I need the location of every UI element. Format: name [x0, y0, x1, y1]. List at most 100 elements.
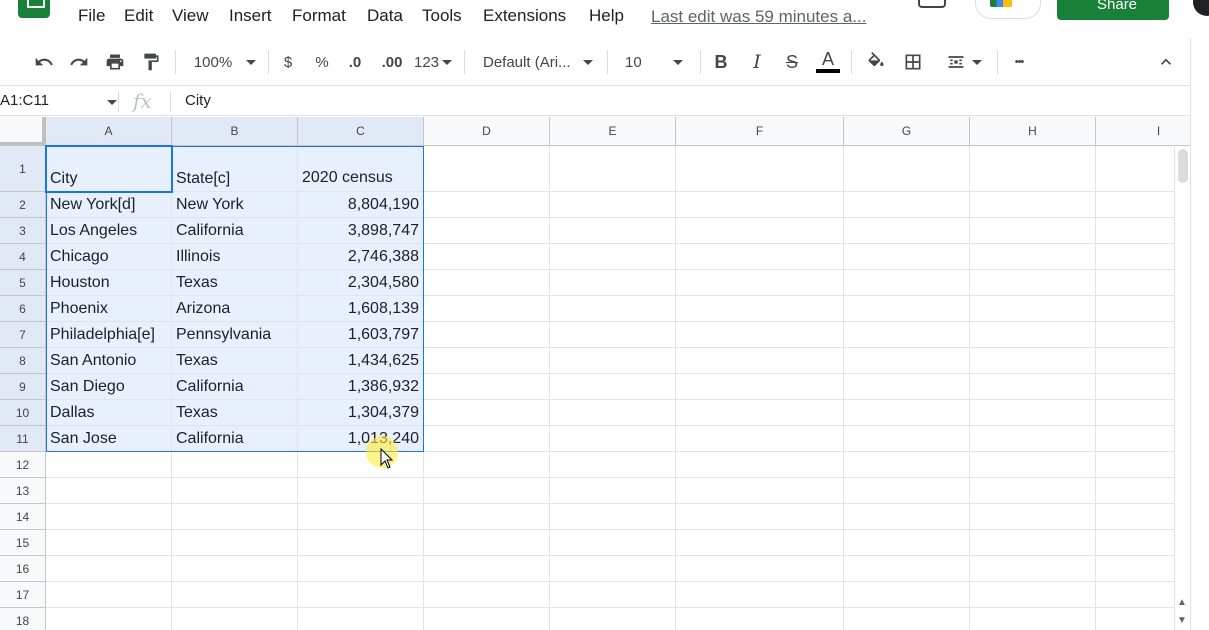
cell-b13[interactable]: [172, 478, 298, 504]
cell-h4[interactable]: [970, 244, 1096, 270]
cell-h6[interactable]: [970, 296, 1096, 322]
cell-e7[interactable]: [550, 322, 676, 348]
cell-c14[interactable]: [298, 504, 424, 530]
cell-c1[interactable]: 2020 census: [298, 146, 424, 192]
cell-b4[interactable]: Illinois: [172, 244, 298, 270]
cell-h13[interactable]: [970, 478, 1096, 504]
menu-edit[interactable]: Edit: [124, 6, 153, 26]
menu-data[interactable]: Data: [367, 6, 403, 26]
cell-g7[interactable]: [844, 322, 970, 348]
more-formats-select[interactable]: 123: [413, 50, 453, 74]
cell-c11[interactable]: 1,013,240: [298, 426, 424, 452]
cell-e3[interactable]: [550, 218, 676, 244]
cell-d8[interactable]: [424, 348, 550, 374]
cell-b10[interactable]: Texas: [172, 400, 298, 426]
cell-a17[interactable]: [46, 582, 172, 608]
cell-h10[interactable]: [970, 400, 1096, 426]
cell-g10[interactable]: [844, 400, 970, 426]
cell-c7[interactable]: 1,603,797: [298, 322, 424, 348]
cell-a15[interactable]: [46, 530, 172, 556]
cell-g4[interactable]: [844, 244, 970, 270]
cell-c6[interactable]: 1,608,139: [298, 296, 424, 322]
cell-g2[interactable]: [844, 192, 970, 218]
cell-b11[interactable]: California: [172, 426, 298, 452]
row-header-9[interactable]: 9: [0, 374, 46, 400]
last-edit-link[interactable]: Last edit was 59 minutes a...: [651, 7, 866, 27]
cell-e9[interactable]: [550, 374, 676, 400]
cell-d18[interactable]: [424, 608, 550, 630]
cell-e6[interactable]: [550, 296, 676, 322]
menu-view[interactable]: View: [172, 6, 209, 26]
cell-b16[interactable]: [172, 556, 298, 582]
percent-button[interactable]: %: [313, 50, 331, 74]
paint-format-icon[interactable]: [140, 50, 162, 74]
cell-a1[interactable]: City: [46, 146, 172, 192]
cell-c4[interactable]: 2,746,388: [298, 244, 424, 270]
cell-a13[interactable]: [46, 478, 172, 504]
menu-extensions[interactable]: Extensions: [483, 6, 566, 26]
cell-e15[interactable]: [550, 530, 676, 556]
column-header-f[interactable]: F: [676, 117, 844, 146]
cell-f11[interactable]: [676, 426, 844, 452]
cell-a6[interactable]: Phoenix: [46, 296, 172, 322]
row-header-15[interactable]: 15: [0, 530, 46, 556]
text-color-button[interactable]: A: [815, 50, 841, 74]
cell-g8[interactable]: [844, 348, 970, 374]
cell-h7[interactable]: [970, 322, 1096, 348]
cell-a14[interactable]: [46, 504, 172, 530]
cell-d4[interactable]: [424, 244, 550, 270]
row-header-14[interactable]: 14: [0, 504, 46, 530]
formula-input[interactable]: City: [185, 92, 211, 109]
font-size-select[interactable]: 10: [625, 50, 691, 74]
bold-button[interactable]: B: [711, 50, 731, 74]
row-header-2[interactable]: 2: [0, 192, 46, 218]
cell-a9[interactable]: San Diego: [46, 374, 172, 400]
row-header-3[interactable]: 3: [0, 218, 46, 244]
cell-c10[interactable]: 1,304,379: [298, 400, 424, 426]
cell-a4[interactable]: Chicago: [46, 244, 172, 270]
row-header-4[interactable]: 4: [0, 244, 46, 270]
cell-a10[interactable]: Dallas: [46, 400, 172, 426]
cell-c2[interactable]: 8,804,190: [298, 192, 424, 218]
cell-h14[interactable]: [970, 504, 1096, 530]
row-header-7[interactable]: 7: [0, 322, 46, 348]
cell-b5[interactable]: Texas: [172, 270, 298, 296]
vertical-scrollbar[interactable]: [1174, 147, 1190, 630]
cell-g17[interactable]: [844, 582, 970, 608]
cell-d2[interactable]: [424, 192, 550, 218]
sheets-logo-icon[interactable]: [18, 0, 50, 18]
cell-e18[interactable]: [550, 608, 676, 630]
cell-c18[interactable]: [298, 608, 424, 630]
cell-d3[interactable]: [424, 218, 550, 244]
cell-e1[interactable]: [550, 146, 676, 192]
cell-h8[interactable]: [970, 348, 1096, 374]
column-header-h[interactable]: H: [970, 117, 1096, 146]
cell-e17[interactable]: [550, 582, 676, 608]
cell-g12[interactable]: [844, 452, 970, 478]
cell-a12[interactable]: [46, 452, 172, 478]
column-header-i[interactable]: I: [1096, 117, 1190, 146]
cell-d6[interactable]: [424, 296, 550, 322]
row-header-12[interactable]: 12: [0, 452, 46, 478]
cell-f1[interactable]: [676, 146, 844, 192]
cell-f2[interactable]: [676, 192, 844, 218]
cell-c13[interactable]: [298, 478, 424, 504]
cell-h5[interactable]: [970, 270, 1096, 296]
cell-g14[interactable]: [844, 504, 970, 530]
cell-g1[interactable]: [844, 146, 970, 192]
cell-h16[interactable]: [970, 556, 1096, 582]
cell-c15[interactable]: [298, 530, 424, 556]
cell-b3[interactable]: California: [172, 218, 298, 244]
more-options-button[interactable]: •••: [1007, 50, 1031, 74]
cell-g6[interactable]: [844, 296, 970, 322]
cell-h11[interactable]: [970, 426, 1096, 452]
print-icon[interactable]: [104, 50, 126, 74]
cell-b14[interactable]: [172, 504, 298, 530]
cell-a2[interactable]: New York[d]: [46, 192, 172, 218]
undo-icon[interactable]: [33, 50, 55, 74]
cell-b9[interactable]: California: [172, 374, 298, 400]
cell-b1[interactable]: State[c]: [172, 146, 298, 192]
collapse-toolbar-icon[interactable]: [1155, 50, 1177, 74]
cell-h3[interactable]: [970, 218, 1096, 244]
cell-d15[interactable]: [424, 530, 550, 556]
